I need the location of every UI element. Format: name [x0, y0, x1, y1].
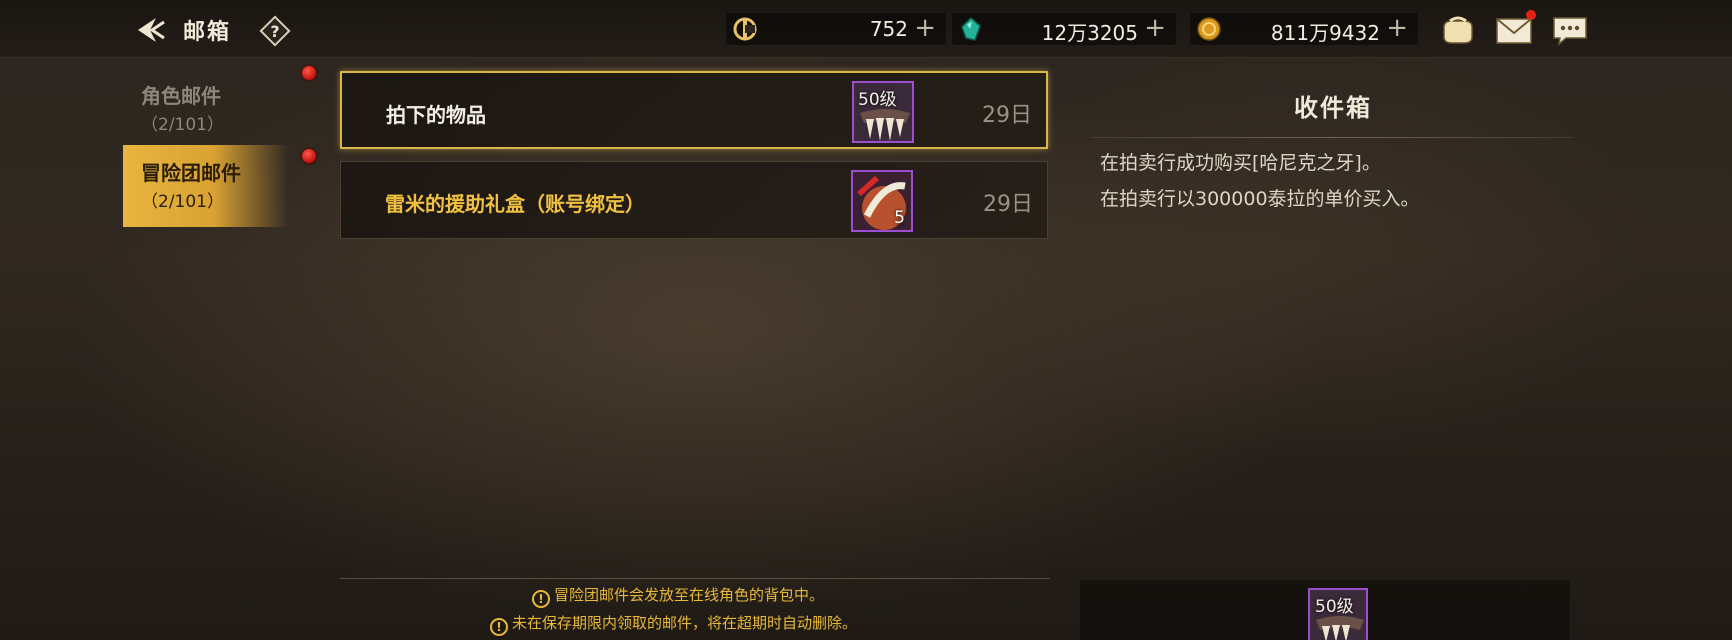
mail-subject: 拍下的物品	[386, 103, 486, 127]
chat-icon[interactable]	[1550, 13, 1590, 47]
detail-title: 收件箱	[1294, 94, 1372, 122]
detail-text-line: 在拍卖行成功购买[哈尼克之牙]。	[1100, 152, 1381, 174]
tab-character-mail[interactable]: 角色邮件 （2/101）	[123, 68, 288, 150]
tera-coin-icon	[733, 17, 757, 41]
notice-text: 未在保存期限内领取的邮件，将在超期时自动删除。	[512, 614, 858, 632]
item-level-badge: 50级	[858, 90, 897, 110]
mail-date: 29日	[982, 103, 1032, 128]
currency-value: 752	[869, 17, 908, 41]
tab-count: （2/101）	[141, 192, 224, 212]
gem-icon	[961, 16, 981, 41]
mail-attachment-thumbnail: 5	[851, 170, 913, 232]
notice-line: ! 冒险团邮件会发放至在线角色的背包中。	[532, 584, 824, 608]
divider	[340, 578, 1050, 579]
mail-item[interactable]: 雷米的援助礼盒（账号绑定） 5 29日	[340, 161, 1048, 239]
add-currency-button[interactable]: +	[1144, 14, 1166, 42]
mail-date: 29日	[983, 192, 1033, 217]
currency-value: 811万9432	[1270, 21, 1380, 45]
add-currency-button[interactable]: +	[1386, 14, 1408, 42]
tab-label: 角色邮件	[141, 84, 221, 108]
tab-label: 冒险团邮件	[141, 161, 241, 185]
page-title: 邮箱	[183, 20, 232, 45]
tab-count: （2/101）	[141, 115, 224, 135]
notice-text: 冒险团邮件会发放至在线角色的背包中。	[554, 586, 825, 604]
svg-text:?: ?	[270, 22, 279, 41]
mail-attachment-thumbnail: 50级	[852, 81, 914, 143]
detail-text-line: 在拍卖行以300000泰拉的单价买入。	[1100, 188, 1420, 210]
currency-value: 12万3205	[1041, 21, 1138, 45]
notification-dot	[300, 64, 318, 82]
mail-item-selected[interactable]: 拍下的物品 50级 29日	[340, 71, 1048, 149]
item-level-badge: 50级	[1315, 597, 1354, 617]
currency-gem: 12万3205 +	[952, 13, 1176, 45]
mail-subject: 雷米的援助礼盒（账号绑定）	[385, 192, 645, 216]
add-currency-button[interactable]: +	[914, 14, 936, 42]
mail-notification-dot	[1526, 10, 1536, 20]
gold-coin-icon	[1197, 17, 1221, 41]
tab-adventure-team-mail[interactable]: 冒险团邮件 （2/101）	[123, 145, 288, 227]
item-quantity: 5	[894, 208, 905, 228]
notification-dot	[300, 147, 318, 165]
back-arrow-icon[interactable]	[132, 12, 168, 48]
warning-icon: !	[532, 590, 550, 608]
currency-gold: 811万9432 +	[1190, 13, 1418, 45]
pouch-icon[interactable]	[1438, 13, 1478, 47]
help-icon[interactable]: ?	[258, 14, 292, 48]
warning-icon: !	[490, 618, 508, 636]
notice-line: ! 未在保存期限内领取的邮件，将在超期时自动删除。	[490, 612, 857, 636]
top-bar: 邮箱 ? 752 + 12万3205 + 811万9432 +	[0, 0, 1732, 58]
divider	[1090, 137, 1574, 138]
currency-tera: 752 +	[726, 13, 946, 45]
attachment-item[interactable]: 50级	[1308, 588, 1368, 640]
